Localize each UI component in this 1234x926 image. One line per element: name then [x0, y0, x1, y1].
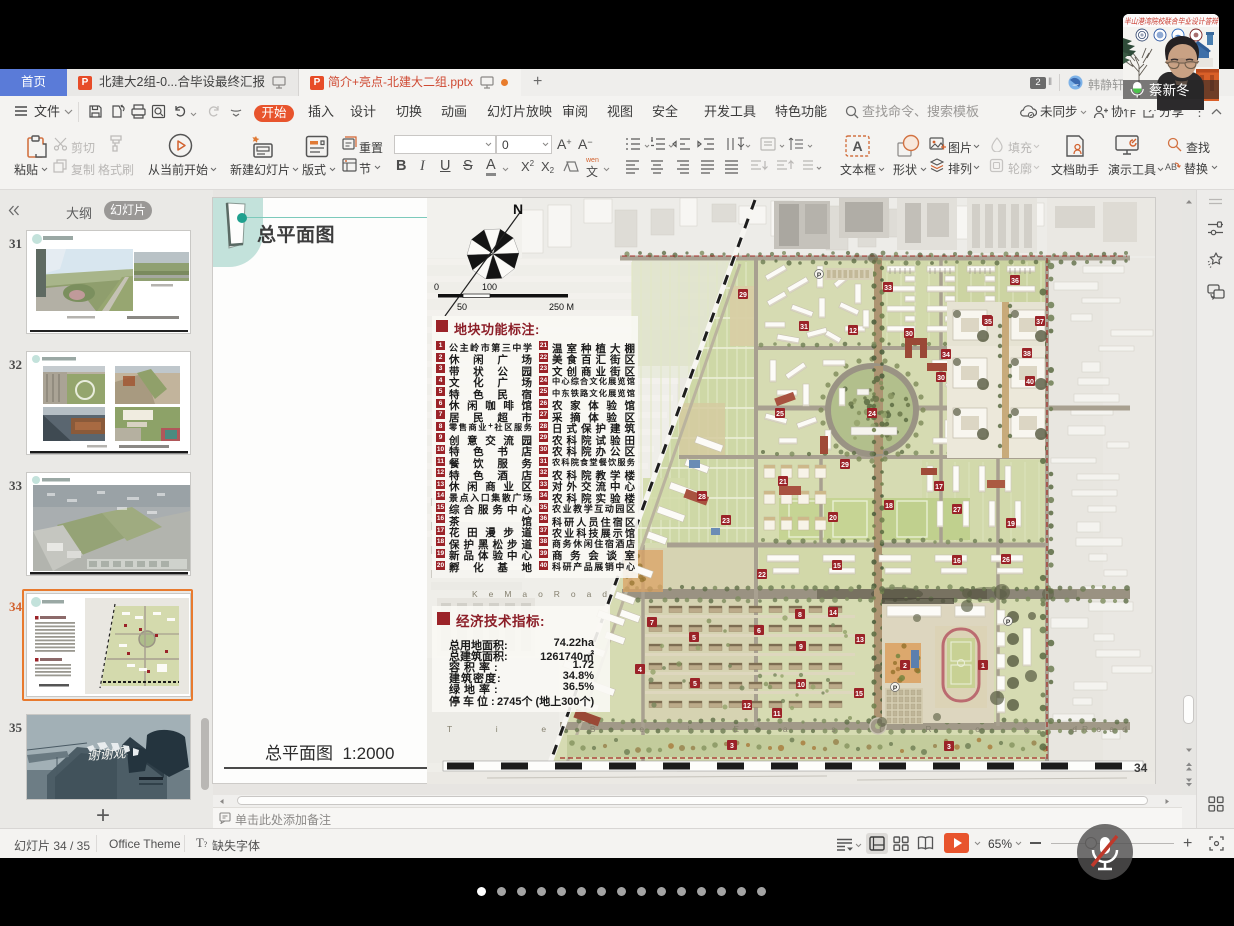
svg-text:24: 24: [868, 411, 876, 418]
svg-text:A: A: [852, 138, 862, 154]
svg-text:27: 27: [953, 507, 961, 514]
svg-text:1: 1: [981, 663, 985, 670]
svg-text:21: 21: [779, 479, 787, 486]
svg-text:33: 33: [884, 285, 892, 292]
svg-text:26: 26: [1002, 557, 1010, 564]
svg-text:34: 34: [1134, 761, 1148, 775]
svg-text:29: 29: [841, 462, 849, 469]
svg-text:50: 50: [457, 302, 467, 312]
svg-text:P: P: [893, 685, 898, 692]
svg-text:11: 11: [773, 711, 781, 718]
svg-text:14: 14: [829, 610, 837, 617]
svg-text:18: 18: [885, 503, 893, 510]
svg-text:250 M: 250 M: [549, 302, 574, 312]
svg-text:3: 3: [730, 743, 734, 750]
svg-text:19: 19: [1007, 521, 1015, 528]
svg-text:37: 37: [1036, 319, 1044, 326]
svg-text:30: 30: [905, 331, 913, 338]
svg-text:2: 2: [903, 663, 907, 670]
svg-text:6: 6: [757, 628, 761, 635]
svg-text:22: 22: [758, 572, 766, 579]
svg-text:40: 40: [1026, 379, 1034, 386]
svg-text:蔡新冬: 蔡新冬: [1149, 83, 1190, 98]
svg-text:28: 28: [698, 494, 706, 501]
svg-text:25: 25: [776, 411, 784, 418]
svg-text:5: 5: [693, 681, 697, 688]
svg-text:15: 15: [833, 563, 841, 570]
svg-text:12: 12: [849, 328, 857, 335]
svg-text:12: 12: [743, 703, 751, 710]
svg-text:34: 34: [942, 352, 950, 359]
svg-text:7: 7: [650, 620, 654, 627]
svg-text:30: 30: [937, 375, 945, 382]
svg-text:23: 23: [722, 518, 730, 525]
svg-text:15: 15: [855, 691, 863, 698]
svg-text:10: 10: [797, 682, 805, 689]
svg-text:29: 29: [739, 292, 747, 299]
svg-text:3: 3: [947, 744, 951, 751]
svg-text:5: 5: [692, 635, 696, 642]
svg-text:31: 31: [800, 324, 808, 331]
svg-text:K e M a o R o a: K e M a o R o a d: [472, 589, 607, 599]
svg-text:100: 100: [482, 282, 497, 292]
svg-text:0: 0: [434, 282, 439, 292]
svg-text:半山港湾院校联合毕业设计答辩: 半山港湾院校联合毕业设计答辩: [1124, 17, 1219, 26]
svg-text:9: 9: [799, 644, 803, 651]
svg-text:P: P: [817, 272, 822, 279]
svg-text:P: P: [1006, 619, 1011, 626]
svg-text:16: 16: [953, 558, 961, 565]
svg-text:35: 35: [984, 319, 992, 326]
svg-text:38: 38: [1023, 351, 1031, 358]
svg-text:17: 17: [935, 484, 943, 491]
svg-text:4: 4: [638, 667, 642, 674]
svg-text:8: 8: [798, 612, 802, 619]
svg-text:13: 13: [856, 637, 864, 644]
svg-text:36: 36: [1011, 278, 1019, 285]
svg-text:20: 20: [829, 515, 837, 522]
svg-text:N: N: [513, 201, 523, 217]
